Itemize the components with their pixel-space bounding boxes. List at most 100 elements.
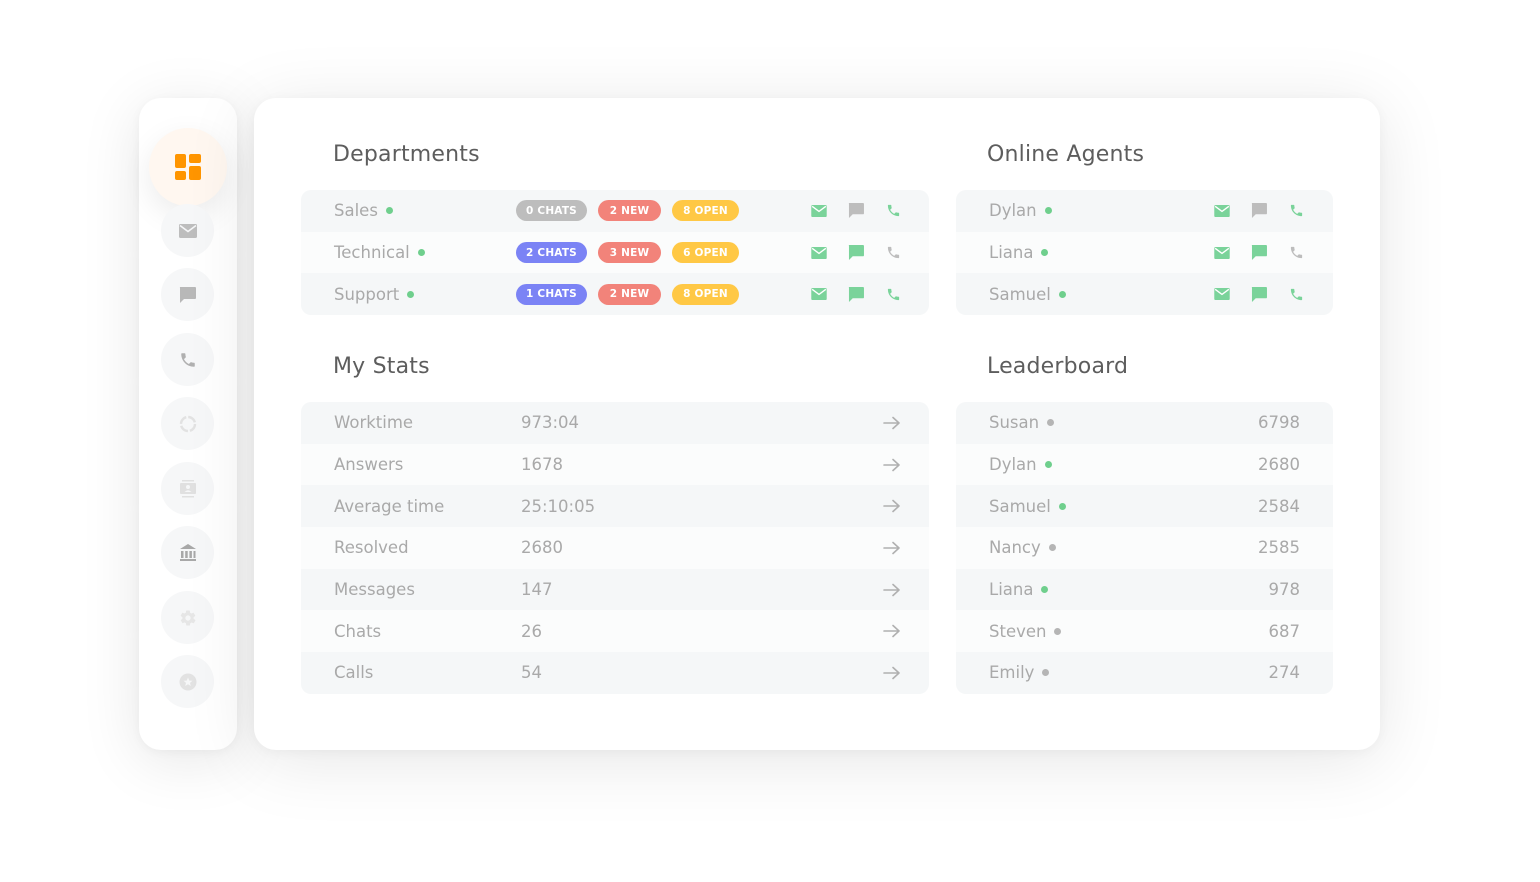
contact-card-icon [179,479,196,497]
contact-actions [1214,286,1304,302]
status-dot [407,290,415,298]
start-chat-button[interactable] [1251,286,1267,302]
bank-icon [179,543,196,561]
stat-row[interactable]: Worktime 973:04 [301,402,929,444]
department-name: Technical [334,243,425,262]
agent-name: Emily [989,663,1050,682]
phone-icon [1290,246,1302,259]
start-chat-button[interactable] [1251,203,1267,219]
nav-chat[interactable] [161,268,214,321]
chat-icon [179,286,196,303]
send-email-button[interactable] [1214,286,1230,302]
arrow-right-icon[interactable] [883,583,901,597]
department-badges: 2 CHATS 3 NEW 6 OPEN [516,242,739,264]
agent-name: Dylan [989,201,1052,220]
stat-row[interactable]: Chats 26 [301,610,929,653]
status-dot [1048,544,1056,552]
send-email-button[interactable] [811,286,827,302]
nav-dashboard[interactable] [149,128,227,206]
agent-score: 6798 [1258,413,1300,433]
start-chat-button[interactable] [1251,245,1267,261]
stat-label: Chats [334,621,382,641]
new-badge[interactable]: 2 NEW [598,283,661,305]
leaderboard-row[interactable]: Dylan 2680 [956,443,1333,486]
new-badge[interactable]: 2 NEW [598,200,661,222]
leaderboard-list: Susan 6798 Dylan 2680 Samuel 2584 Nancy … [956,402,1333,694]
arrow-right-icon[interactable] [883,666,901,680]
send-email-button[interactable] [811,245,827,261]
nav-bank[interactable] [161,526,214,579]
agent-row[interactable]: Samuel [956,273,1333,316]
status-dot [1058,502,1066,510]
status-dot [1044,207,1052,215]
stat-value: 54 [521,663,542,683]
call-button[interactable] [1288,245,1304,261]
phone-icon [180,352,195,367]
star-icon [179,673,196,690]
arrow-right-icon[interactable] [883,458,901,472]
agent-row[interactable]: Liana [956,231,1333,274]
online-agents-title: Online Agents [987,142,1145,167]
leaderboard-row[interactable]: Steven 687 [956,610,1333,653]
stat-row[interactable]: Average time 25:10:05 [301,485,929,528]
send-email-button[interactable] [1214,245,1230,261]
start-chat-button[interactable] [848,245,864,261]
nav-contacts[interactable] [161,462,214,515]
contact-actions [811,203,901,219]
call-button[interactable] [885,286,901,302]
status-dot [385,207,393,215]
leaderboard-row[interactable]: Susan 6798 [956,402,1333,444]
mail-icon [811,204,827,217]
start-chat-button[interactable] [848,286,864,302]
stat-value: 1678 [521,455,563,475]
mail-icon [1214,288,1230,301]
nav-mail[interactable] [161,204,214,257]
nav-loading[interactable] [161,397,214,450]
stat-row[interactable]: Answers 1678 [301,443,929,486]
nav-favorites[interactable] [161,655,214,708]
call-button[interactable] [1288,286,1304,302]
call-button[interactable] [885,203,901,219]
arrow-right-icon[interactable] [883,541,901,555]
call-button[interactable] [885,245,901,261]
department-row[interactable]: Sales 0 CHATS 2 NEW 8 OPEN [301,190,929,232]
stat-row[interactable]: Calls 54 [301,652,929,694]
open-badge[interactable]: 6 OPEN [672,242,739,264]
open-badge[interactable]: 8 OPEN [672,283,739,305]
stat-value: 973:04 [521,413,580,433]
department-row[interactable]: Technical 2 CHATS 3 NEW 6 OPEN [301,231,929,274]
mail-icon [1214,204,1230,217]
chats-badge[interactable]: 2 CHATS [516,242,587,264]
stat-row[interactable]: Resolved 2680 [301,527,929,569]
arrow-right-icon[interactable] [883,499,901,513]
chat-icon [1251,203,1267,219]
nav-settings[interactable] [161,591,214,644]
chats-badge[interactable]: 1 CHATS [516,283,587,305]
agent-name: Susan [989,413,1055,432]
main-panel: Departments Sales 0 CHATS 2 NEW 8 OPEN T… [254,98,1380,750]
department-row[interactable]: Support 1 CHATS 2 NEW 8 OPEN [301,273,929,316]
send-email-button[interactable] [811,203,827,219]
chat-icon [848,245,864,261]
send-email-button[interactable] [1214,203,1230,219]
arrow-right-icon[interactable] [883,624,901,638]
leaderboard-row[interactable]: Emily 274 [956,652,1333,694]
nav-phone[interactable] [161,333,214,386]
contact-actions [1214,245,1304,261]
call-button[interactable] [1288,203,1304,219]
agent-row[interactable]: Dylan [956,190,1333,232]
new-badge[interactable]: 3 NEW [598,242,661,264]
chats-badge[interactable]: 0 CHATS [516,200,587,222]
stat-label: Answers [334,455,404,475]
arrow-right-icon[interactable] [883,416,901,430]
stat-row[interactable]: Messages 147 [301,568,929,611]
status-dot [1041,249,1049,257]
phone-icon [887,288,899,300]
leaderboard-row[interactable]: Nancy 2585 [956,527,1333,569]
start-chat-button[interactable] [848,203,864,219]
leaderboard-row[interactable]: Liana 978 [956,568,1333,611]
leaderboard-row[interactable]: Samuel 2584 [956,485,1333,528]
agent-name: Liana [989,580,1049,599]
open-badge[interactable]: 8 OPEN [672,200,739,222]
dashboard-icon [175,154,201,180]
